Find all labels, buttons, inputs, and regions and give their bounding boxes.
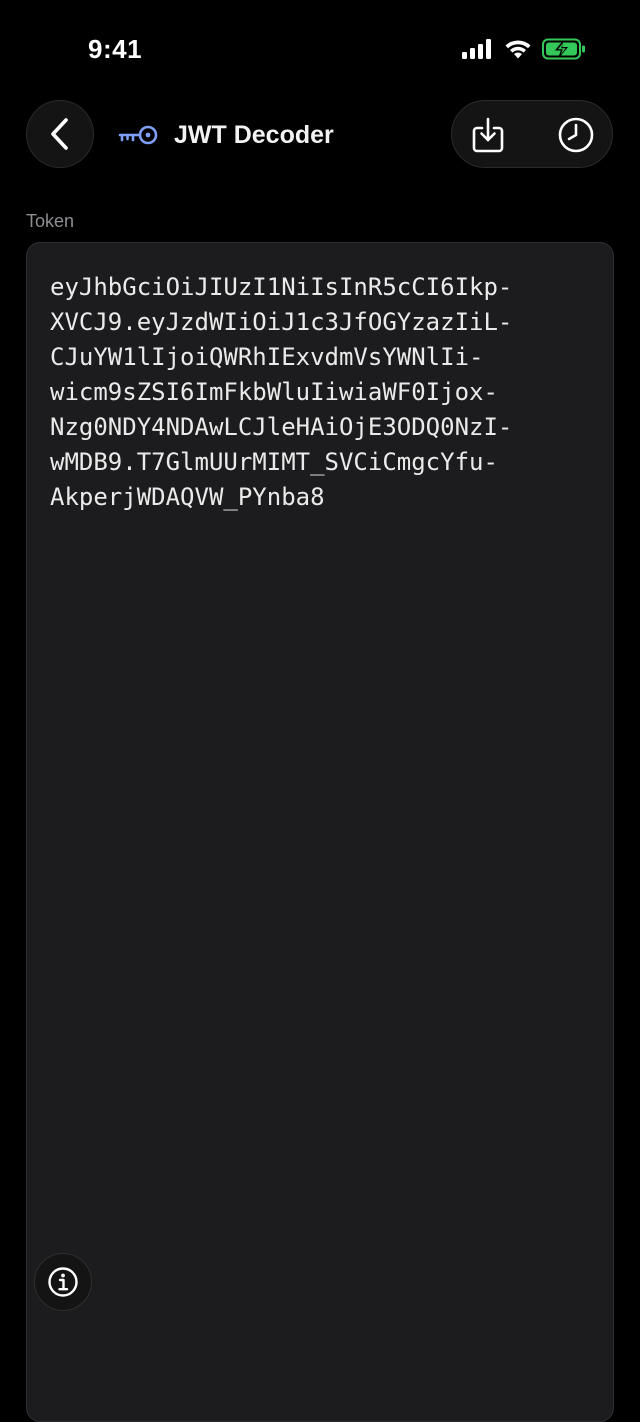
history-icon — [558, 117, 594, 153]
download-button[interactable] — [466, 113, 510, 157]
key-icon — [118, 125, 158, 145]
chevron-left-icon — [51, 118, 68, 150]
status-time: 9:41 — [88, 34, 143, 64]
nav-title-group: JWT Decoder — [118, 116, 334, 154]
info-button[interactable] — [34, 1253, 92, 1311]
page-title: JWT Decoder — [174, 120, 334, 149]
info-icon — [48, 1267, 78, 1297]
token-line: CJuYW1lIjoiQWRhIExvdmVsYWNlIi- — [50, 343, 484, 371]
token-line: wicm9sZSI6ImFkbWluIiwiaWF0Ijox- — [50, 378, 498, 406]
wifi-icon — [505, 40, 531, 59]
token-line: XVCJ9.eyJzdWIiOiJ1c3JfOGYzazIiL- — [50, 308, 513, 336]
signal-icon — [462, 39, 491, 59]
download-icon — [472, 117, 504, 153]
back-button[interactable] — [26, 100, 94, 168]
history-button[interactable] — [554, 113, 598, 157]
token-text[interactable]: eyJhbGciOiJIUzI1NiIsInR5cCI6Ikp- XVCJ9.ey… — [50, 270, 595, 515]
token-line: AkperjWDAQVW_PYnba8 — [50, 483, 325, 511]
token-label: Token — [26, 211, 75, 231]
battery-charging-icon — [542, 38, 585, 60]
token-line: eyJhbGciOiJIUzI1NiIsInR5cCI6Ikp- — [50, 273, 513, 301]
nav-actions-group — [451, 100, 613, 168]
token-line: Nzg0NDY4NDAwLCJleHAiOjE3ODQ0NzI- — [50, 413, 513, 441]
token-line: wMDB9.T7GlmUUrMIMT_SVCiCmgcYfu- — [50, 448, 498, 476]
status-icons — [462, 38, 586, 60]
